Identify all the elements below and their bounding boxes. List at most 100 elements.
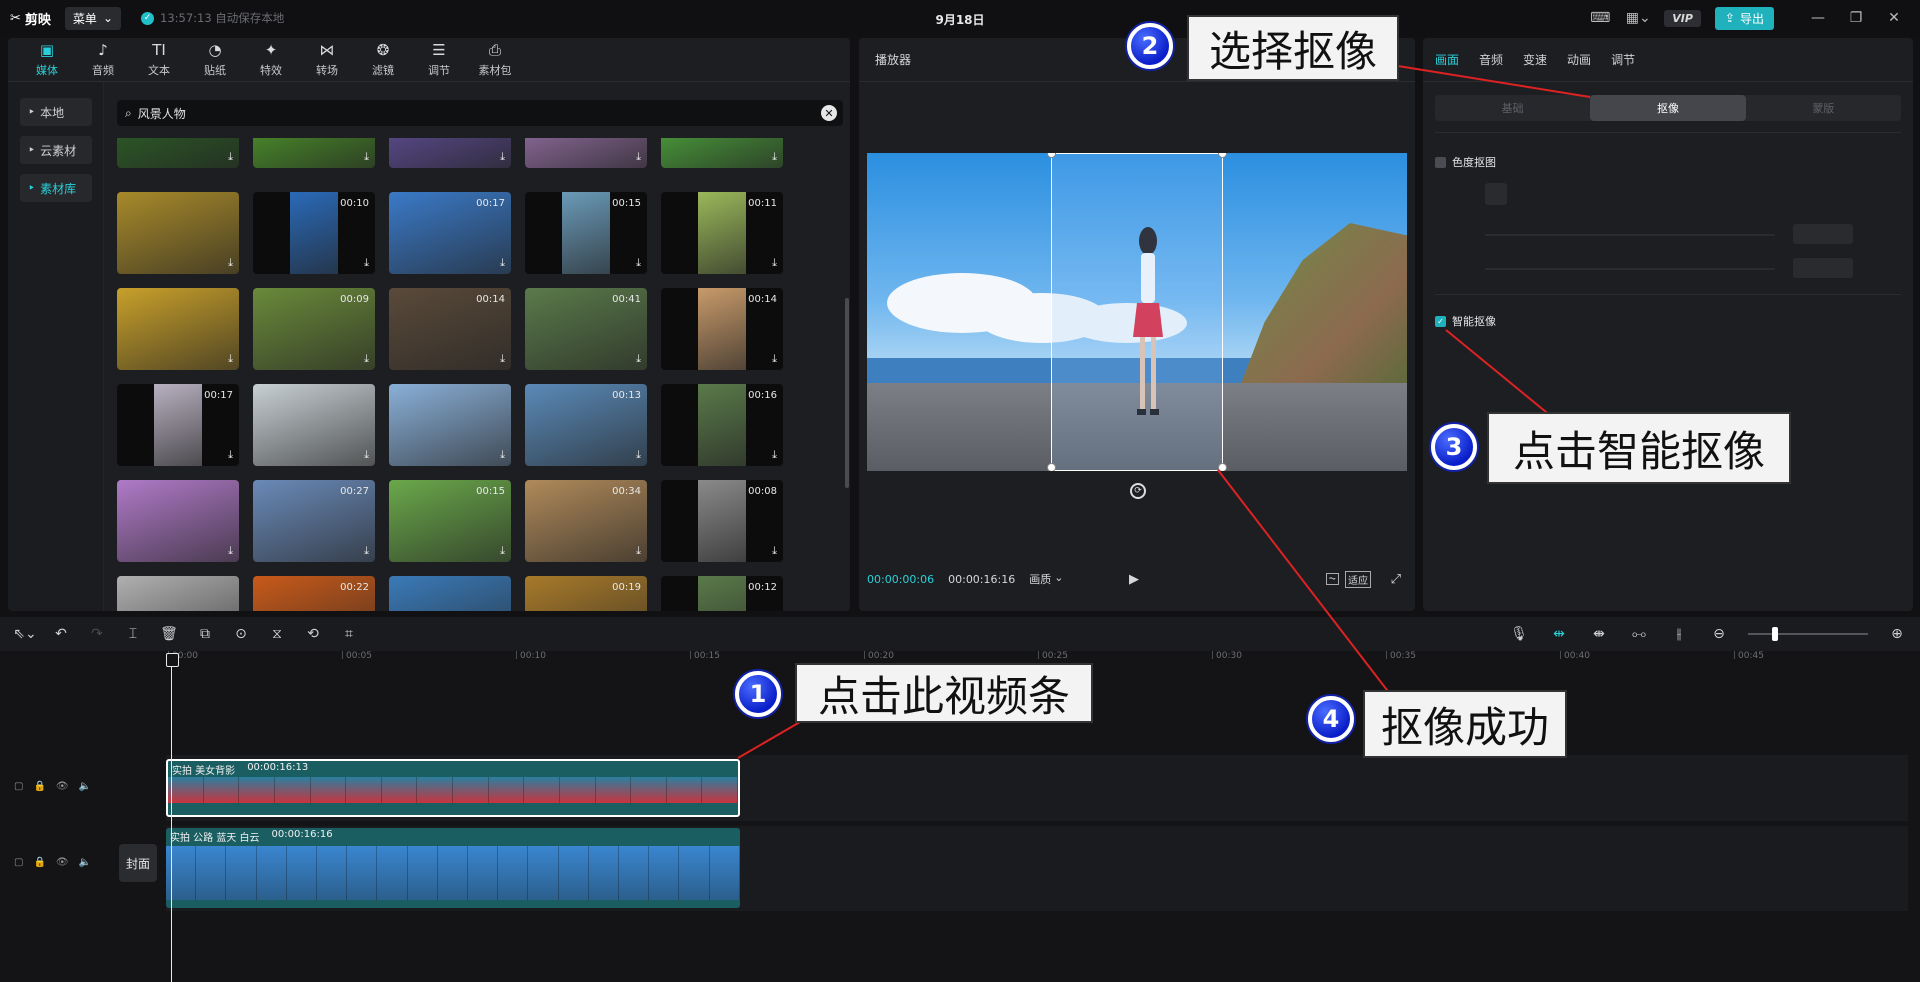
download-icon[interactable]: ⤓ [364,544,369,558]
fit-button[interactable]: 适应 [1345,570,1371,588]
download-icon[interactable]: ⤓ [636,448,641,462]
chroma-key-row[interactable]: 色度抠图 [1435,154,1496,170]
media-thumbnail[interactable]: 00:19⤓ [525,576,647,611]
download-icon[interactable]: ⤓ [772,544,777,558]
tab-6[interactable]: ❂ 滤镜 [356,38,410,81]
overlay-clip[interactable]: 实拍 美女背影 00:00:16:13 [166,759,740,817]
media-scrollbar[interactable] [845,298,849,488]
download-icon[interactable]: ⤓ [500,544,505,558]
undo-icon[interactable]: ↶ [50,623,72,645]
tab-3[interactable]: ◔ 贴纸 [188,38,242,81]
media-thumbnail[interactable]: ⤓ [117,138,239,168]
track-toggle-icon[interactable]: ▢ [14,781,23,792]
shadow-value[interactable] [1793,258,1853,278]
smart-cutout-row[interactable]: ✓ 智能抠像 [1435,313,1496,329]
download-icon[interactable]: ⤓ [772,352,777,366]
media-thumbnail[interactable]: 00:15 ⤓ [389,480,511,562]
download-icon[interactable]: ⤓ [228,150,233,164]
download-icon[interactable]: ⤓ [500,448,505,462]
media-thumbnail[interactable]: 00:16 ⤓ [661,384,783,466]
fullscreen-icon[interactable]: ⤢ [1391,572,1401,587]
freeze-icon[interactable]: ⧉ [194,623,216,645]
search-input[interactable] [137,106,815,120]
media-thumbnail[interactable]: 00:15 ⤓ [525,192,647,274]
media-thumbnail[interactable]: 00:17 ⤓ [389,192,511,274]
cover-button[interactable]: 封面 [119,844,157,882]
magnet-icon[interactable]: ⇹ [1548,623,1570,645]
zoom-in-icon[interactable]: ⊕ [1886,623,1908,645]
media-thumbnail[interactable]: 00:11 ⤓ [661,192,783,274]
media-thumbnail[interactable]: 00:17 ⤓ [117,384,239,466]
chain-icon[interactable]: ⧟ [1628,623,1650,645]
prop-tab-1[interactable]: 音频 [1479,51,1503,68]
smart-cutout-checkbox[interactable]: ✓ [1435,315,1446,327]
media-thumbnail[interactable]: ⤓ [117,288,239,370]
resize-handle[interactable] [1047,463,1056,471]
play-icon[interactable]: ▶ [1129,572,1139,587]
download-icon[interactable]: ⤓ [500,150,505,164]
lock-icon[interactable]: 🔒 [33,781,45,792]
subtab-0[interactable]: 基础 [1435,95,1590,121]
restore-icon[interactable]: ❐ [1844,8,1868,28]
link-icon[interactable]: ⇼ [1588,623,1610,645]
video-preview[interactable] [867,153,1407,471]
menu-button[interactable]: 菜单 ⌄ [64,6,121,30]
minimize-icon[interactable]: — [1806,8,1830,28]
media-thumbnail[interactable]: 00:09 ⤓ [253,288,375,370]
keyboard-icon[interactable]: ⌨ [1588,8,1612,28]
split-icon[interactable]: ⌶ [122,623,144,645]
intensity-value[interactable] [1793,224,1853,244]
download-icon[interactable]: ⤓ [500,256,505,270]
download-icon[interactable]: ⤓ [772,256,777,270]
close-icon[interactable]: ✕ [1882,8,1906,28]
media-thumbnail[interactable]: ⤓ [117,192,239,274]
media-thumbnail[interactable]: 00:14 ⤓ [389,288,511,370]
main-clip[interactable]: 实拍 公路 蓝天 白云 00:00:16:16 [166,828,740,908]
download-icon[interactable]: ⤓ [636,544,641,558]
download-icon[interactable]: ⤓ [364,256,369,270]
speaker-icon[interactable]: 🔈 [79,857,91,868]
vip-badge[interactable]: VIP [1664,9,1701,27]
media-thumbnail[interactable]: ⤓ [389,138,511,168]
subtab-2[interactable]: 蒙版 [1746,95,1901,121]
sidebar-item-1[interactable]: ‣ 云素材 [20,136,92,164]
split-preview-icon[interactable]: ⫲ [1668,623,1690,645]
tab-2[interactable]: TI 文本 [132,38,186,81]
media-thumbnail[interactable]: ⤓ [117,576,239,611]
download-icon[interactable]: ⤓ [364,448,369,462]
prop-tab-2[interactable]: 变速 [1523,51,1547,68]
media-thumbnail[interactable]: ⤓ [253,138,375,168]
waveform-icon[interactable]: ⏦ [1325,573,1339,585]
track-toggle-icon[interactable]: ▢ [14,857,23,868]
prop-tab-4[interactable]: 调节 [1611,51,1635,68]
crop-icon[interactable]: ⌗ [338,623,360,645]
tab-1[interactable]: ♪ 音频 [76,38,130,81]
download-icon[interactable]: ⤓ [636,150,641,164]
media-thumbnail[interactable]: 00:41 ⤓ [525,288,647,370]
prop-tab-0[interactable]: 画面 [1435,51,1459,68]
download-icon[interactable]: ⤓ [228,256,233,270]
media-thumbnail[interactable]: 00:14 ⤓ [661,288,783,370]
media-thumbnail[interactable]: ⤓ [661,138,783,168]
redo-icon[interactable]: ↷ [86,623,108,645]
media-thumbnail[interactable]: ⤓ [117,480,239,562]
download-icon[interactable]: ⤓ [364,150,369,164]
speaker-icon[interactable]: 🔈 [79,781,91,792]
tab-5[interactable]: ⋈ 转场 [300,38,354,81]
media-thumbnail[interactable]: 00:22⤓ [253,576,375,611]
zoom-out-icon[interactable]: ⊖ [1708,623,1730,645]
tab-7[interactable]: ☰ 调节 [412,38,466,81]
lock-icon[interactable]: 🔒 [33,857,45,868]
download-icon[interactable]: ⤓ [364,352,369,366]
zoom-slider[interactable] [1748,627,1868,641]
intensity-slider[interactable] [1485,234,1775,236]
resize-handle[interactable] [1218,463,1227,471]
prop-tab-3[interactable]: 动画 [1567,51,1591,68]
media-thumbnail[interactable]: 00:12⤓ [661,576,783,611]
export-button[interactable]: ⇪ 导出 [1714,6,1774,30]
chroma-key-checkbox[interactable] [1435,156,1446,168]
media-thumbnail[interactable]: ⤓ [389,576,511,611]
download-icon[interactable]: ⤓ [772,150,777,164]
download-icon[interactable]: ⤓ [228,448,233,462]
subtab-1[interactable]: 抠像 [1590,95,1746,121]
